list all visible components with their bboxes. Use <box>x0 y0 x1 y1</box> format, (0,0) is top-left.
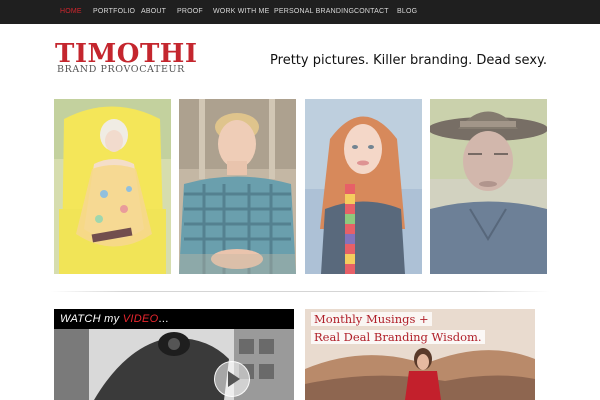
section-divider <box>50 291 550 292</box>
nav-item-portfolio[interactable]: PORTFOLIO <box>93 0 135 24</box>
portfolio-photo-young-man[interactable] <box>179 99 296 274</box>
nav-item-home[interactable]: HOME <box>60 0 82 24</box>
video-title: WATCH my VIDEO... <box>60 312 169 326</box>
newsletter-promo-line2: Real Deal Branding Wisdom. <box>311 330 485 344</box>
video-thumbnail <box>54 329 294 400</box>
nav-item-personal-branding[interactable]: PERSONAL BRANDING <box>274 0 354 24</box>
portfolio-photo-man-cowboy-hat[interactable] <box>430 99 547 274</box>
portfolio-photo-woman-yellow-chair[interactable] <box>54 99 171 274</box>
video-promo[interactable]: WATCH my VIDEO... <box>54 309 294 400</box>
video-header-bar: WATCH my VIDEO... <box>54 309 294 329</box>
newsletter-promo[interactable]: Monthly Musings + Real Deal Branding Wis… <box>305 309 535 400</box>
top-nav-bar: HOME PORTFOLIO ABOUT PROOF WORK WITH ME … <box>0 0 600 24</box>
nav-item-about[interactable]: ABOUT <box>141 0 166 24</box>
video-title-ellipsis: ... <box>158 313 169 325</box>
portfolio-photo-redhead-woman[interactable] <box>305 99 422 274</box>
site-tagline: Pretty pictures. Killer branding. Dead s… <box>270 53 547 68</box>
nav-item-contact[interactable]: CONTACT <box>354 0 389 24</box>
site-logo-subtitle[interactable]: BRAND PROVOCATEUR <box>57 65 187 75</box>
nav-item-proof[interactable]: PROOF <box>177 0 203 24</box>
nav-item-work-with-me[interactable]: WORK WITH ME <box>213 0 269 24</box>
play-button-icon[interactable] <box>214 361 250 397</box>
nav-item-blog[interactable]: BLOG <box>397 0 417 24</box>
video-title-watch: WATCH my <box>60 313 123 325</box>
newsletter-promo-line1: Monthly Musings + <box>311 312 432 326</box>
video-title-video: VIDEO <box>122 313 159 325</box>
